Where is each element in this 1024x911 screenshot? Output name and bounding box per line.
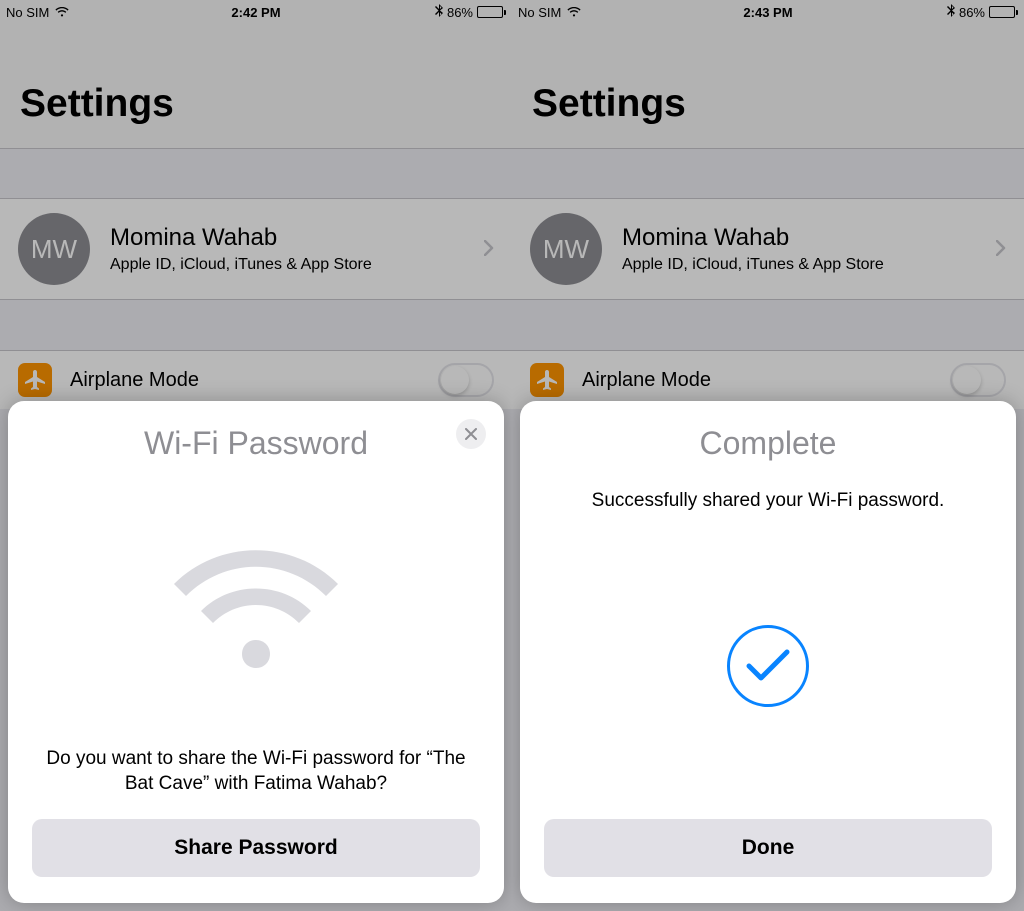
- wifi-complete-card: Complete Successfully shared your Wi-Fi …: [520, 401, 1016, 903]
- close-icon: [465, 428, 477, 440]
- wifi-share-card: Wi-Fi Password Do you want to share the …: [8, 401, 504, 903]
- card-message: Successfully shared your Wi-Fi password.: [544, 490, 992, 512]
- phone-left: No SIM 2:42 PM 86% Settings MW Momina Wa…: [0, 0, 512, 911]
- phone-right: No SIM 2:43 PM 86% Settings MW Momina Wa…: [512, 0, 1024, 911]
- success-check-icon: [727, 625, 809, 707]
- card-title: Complete: [544, 425, 992, 462]
- done-button[interactable]: Done: [544, 819, 992, 877]
- wifi-large-icon: [166, 543, 346, 673]
- close-button[interactable]: [456, 419, 486, 449]
- card-title: Wi-Fi Password: [32, 425, 480, 462]
- share-password-button[interactable]: Share Password: [32, 819, 480, 877]
- card-prompt: Do you want to share the Wi-Fi password …: [32, 746, 480, 797]
